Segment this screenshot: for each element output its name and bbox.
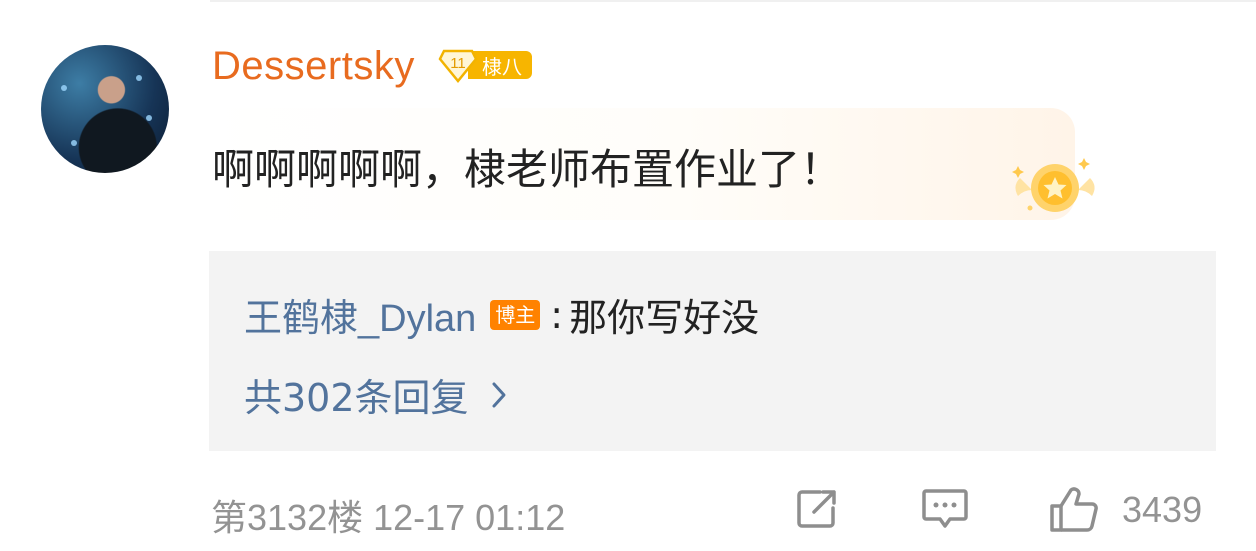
avatar-sparkle: [136, 75, 142, 81]
floor-and-time: 第3132楼 12-17 01:12: [211, 497, 566, 538]
like-count: 3439: [1122, 489, 1203, 530]
reply-author[interactable]: 王鹤棣_Dylan: [244, 287, 476, 342]
comment-icon: [922, 489, 968, 528]
comment-text: 啊啊啊啊啊，棣老师布置作业了！: [212, 145, 843, 194]
comment-button[interactable]: [920, 486, 970, 532]
user-avatar[interactable]: [41, 45, 169, 173]
view-all-replies-link[interactable]: 共302条回复: [244, 367, 507, 422]
avatar-sparkle: [61, 85, 67, 91]
like-button[interactable]: 3439: [1048, 486, 1202, 534]
comment-username[interactable]: Dessertsky: [212, 44, 415, 89]
reply-text: 那你写好没: [569, 296, 760, 340]
share-button[interactable]: [794, 486, 840, 532]
reply-colon: :: [550, 292, 564, 337]
share-icon: [797, 490, 836, 528]
chevron-right-icon: [492, 382, 506, 407]
thumbs-up-icon: [1050, 487, 1098, 532]
avatar-sparkle: [146, 115, 152, 121]
top-divider: [210, 0, 1256, 2]
level-shield-icon: 11: [438, 47, 478, 83]
level-number: 11: [450, 55, 466, 72]
reply-count-label: 共302条回复: [244, 376, 469, 420]
host-badge: 博主: [490, 299, 541, 330]
reply-preview-line[interactable]: 王鹤棣_Dylan 博主 : 那你写好没: [244, 287, 759, 342]
avatar-sparkle: [71, 140, 77, 146]
user-level-badge[interactable]: 11 棣八: [438, 47, 532, 83]
fan-medal-icon: [1012, 158, 1095, 212]
